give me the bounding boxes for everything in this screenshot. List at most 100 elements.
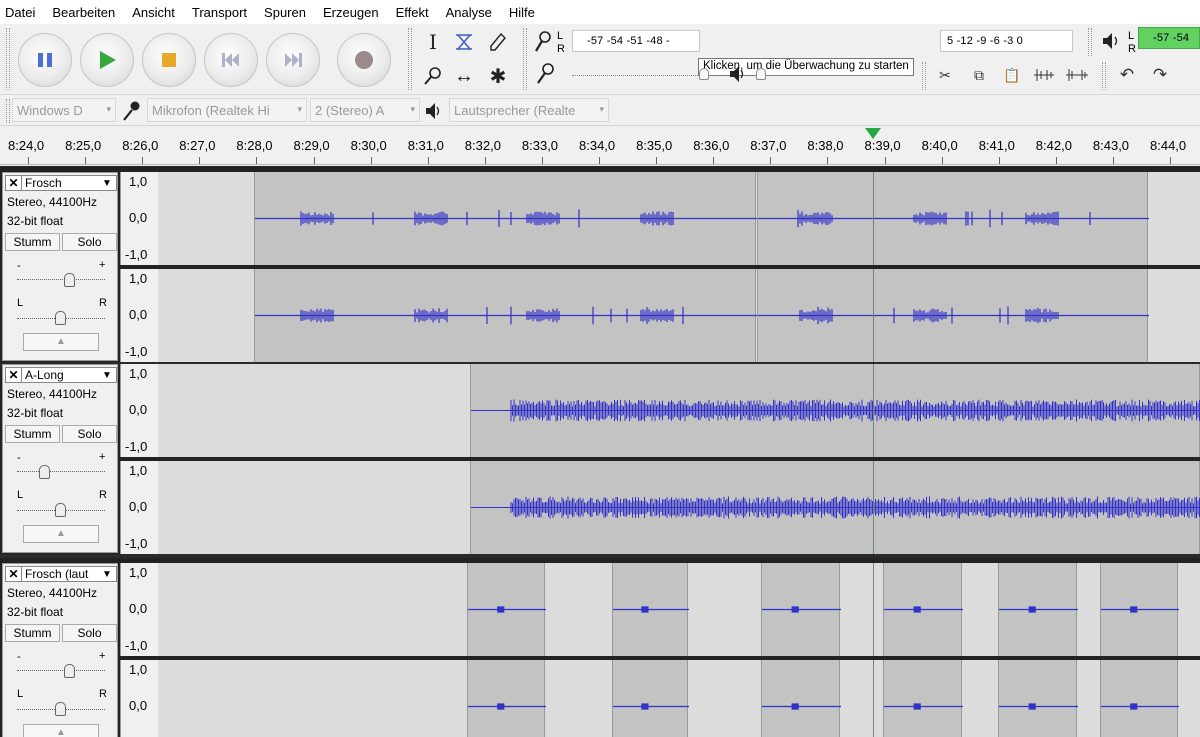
playhead-marker-icon[interactable] <box>865 128 881 140</box>
play-meter-icon[interactable]: L R <box>1100 29 1140 55</box>
menu-ansicht[interactable]: Ansicht <box>132 5 175 20</box>
multi-tool[interactable]: ✱ <box>484 62 512 90</box>
audio-clip[interactable] <box>883 660 963 737</box>
menu-bearbeiten[interactable]: Bearbeiten <box>52 5 115 20</box>
toolbar-grip[interactable] <box>6 99 10 123</box>
audio-clip[interactable] <box>761 660 841 737</box>
record-meter-right[interactable]: 5 -12 -9 -6 -3 0 <box>940 30 1073 52</box>
solo-button[interactable]: Solo <box>62 233 117 251</box>
vertical-scale[interactable]: 1,0 0,0 -1,0 <box>120 172 158 265</box>
gain-slider-thumb[interactable] <box>39 465 50 479</box>
audio-clip[interactable] <box>470 461 1200 554</box>
play-volume-thumb[interactable] <box>756 68 766 80</box>
audio-clip[interactable] <box>761 563 841 656</box>
vertical-scale[interactable]: 1,0 0,0 -1,0 <box>120 461 158 554</box>
pause-button[interactable] <box>18 33 72 87</box>
stop-button[interactable] <box>142 33 196 87</box>
channel-waveform-area[interactable] <box>158 172 1200 265</box>
toolbar-grip[interactable] <box>922 62 926 90</box>
channel-waveform-area[interactable] <box>158 269 1200 362</box>
silence-button[interactable] <box>1064 62 1090 88</box>
record-meter-icon[interactable]: L R <box>532 29 572 55</box>
timeline-ruler[interactable]: 8:24,0 8:25,0 8:26,0 8:27,0 8:28,0 8:29,0 8:30… <box>0 127 1200 165</box>
skip-to-start-button[interactable] <box>204 33 258 87</box>
channel-waveform-area[interactable] <box>158 660 1200 737</box>
skip-to-end-button[interactable] <box>266 33 320 87</box>
menu-spuren[interactable]: Spuren <box>264 5 306 20</box>
mute-button[interactable]: Stumm <box>5 425 60 443</box>
audio-clip[interactable] <box>467 563 546 656</box>
host-select[interactable]: Windows D ▾ <box>12 98 116 122</box>
record-volume-thumb[interactable] <box>699 68 709 80</box>
close-track-icon[interactable]: ✕ <box>6 368 22 382</box>
vertical-scale[interactable]: 1,0 0,0 -1,0 <box>120 269 158 362</box>
gain-slider[interactable] <box>17 670 105 671</box>
menu-datei[interactable]: Datei <box>5 5 35 20</box>
record-button[interactable] <box>337 33 391 87</box>
trim-button[interactable] <box>1031 62 1057 88</box>
play-meter[interactable]: -57 -54 <box>1138 27 1200 49</box>
undo-button[interactable]: ↶ <box>1114 62 1140 88</box>
gain-slider[interactable] <box>17 471 105 472</box>
close-track-icon[interactable]: ✕ <box>6 567 22 581</box>
playback-device-select[interactable]: Lautsprecher (Realte ▾ <box>449 98 609 122</box>
cut-button[interactable]: ✂ <box>932 62 958 88</box>
copy-button[interactable]: ⧉ <box>966 62 992 88</box>
toolbar-grip[interactable] <box>6 28 10 90</box>
play-button[interactable] <box>80 33 134 87</box>
mute-button[interactable]: Stumm <box>5 233 60 251</box>
menu-analyse[interactable]: Analyse <box>446 5 492 20</box>
track-name-menu[interactable]: ✕ Frosch (laut ▼ <box>5 566 117 582</box>
record-meter[interactable]: -57 -54 -51 -48 - <box>572 30 700 52</box>
redo-button[interactable]: ↷ <box>1147 62 1173 88</box>
gain-slider-thumb[interactable] <box>64 664 75 678</box>
audio-clip[interactable] <box>1100 660 1179 737</box>
pan-slider-thumb[interactable] <box>55 311 66 325</box>
audio-clip[interactable] <box>757 269 1149 362</box>
audio-clip[interactable] <box>467 660 546 737</box>
vertical-scale[interactable]: 1,0 0,0 -1,0 <box>120 364 158 457</box>
toolbar-grip[interactable] <box>1088 28 1092 56</box>
track-name-menu[interactable]: ✕ A-Long ▼ <box>5 367 117 383</box>
audio-clip[interactable] <box>1100 563 1179 656</box>
solo-button[interactable]: Solo <box>62 425 117 443</box>
menu-hilfe[interactable]: Hilfe <box>509 5 535 20</box>
paste-button[interactable]: 📋 <box>999 62 1025 88</box>
gain-slider[interactable] <box>17 279 105 280</box>
chevron-down-icon[interactable]: ▼ <box>102 569 116 580</box>
time-shift-tool[interactable]: ↔ <box>450 62 478 90</box>
audio-clip[interactable] <box>254 269 757 362</box>
menu-effekt[interactable]: Effekt <box>396 5 429 20</box>
record-volume-slider[interactable] <box>572 75 718 76</box>
channel-waveform-area[interactable] <box>158 364 1200 457</box>
gain-slider-thumb[interactable] <box>64 273 75 287</box>
menu-transport[interactable]: Transport <box>192 5 247 20</box>
recording-device-select[interactable]: Mikrofon (Realtek Hi ▾ <box>147 98 307 122</box>
zoom-tool[interactable] <box>419 62 447 90</box>
track-separator[interactable] <box>0 554 1200 558</box>
draw-tool[interactable] <box>484 28 512 56</box>
vertical-scale[interactable]: 1,0 0,0 -1,0 <box>120 660 158 737</box>
vertical-scale[interactable]: 1,0 0,0 -1,0 <box>120 563 158 656</box>
channel-waveform-area[interactable] <box>158 461 1200 554</box>
envelope-tool[interactable] <box>450 28 478 56</box>
audio-clip[interactable] <box>612 563 689 656</box>
pan-slider-thumb[interactable] <box>55 702 66 716</box>
play-volume-slider[interactable] <box>755 75 905 76</box>
audio-clip[interactable] <box>998 563 1078 656</box>
pan-slider-thumb[interactable] <box>55 503 66 517</box>
close-track-icon[interactable]: ✕ <box>6 176 22 190</box>
toolbar-grip[interactable] <box>523 28 527 90</box>
chevron-down-icon[interactable]: ▼ <box>102 178 116 189</box>
audio-clip[interactable] <box>612 660 689 737</box>
collapse-track-button[interactable]: ▲ <box>23 724 99 737</box>
collapse-track-button[interactable]: ▲ <box>23 525 99 543</box>
mute-button[interactable]: Stumm <box>5 624 60 642</box>
audio-clip[interactable] <box>998 660 1078 737</box>
chevron-down-icon[interactable]: ▼ <box>102 370 116 381</box>
toolbar-grip[interactable] <box>1102 62 1106 90</box>
audio-clip[interactable] <box>470 364 1200 457</box>
menu-erzeugen[interactable]: Erzeugen <box>323 5 379 20</box>
audio-clip[interactable] <box>757 172 1149 265</box>
selection-tool[interactable]: I <box>419 28 447 56</box>
